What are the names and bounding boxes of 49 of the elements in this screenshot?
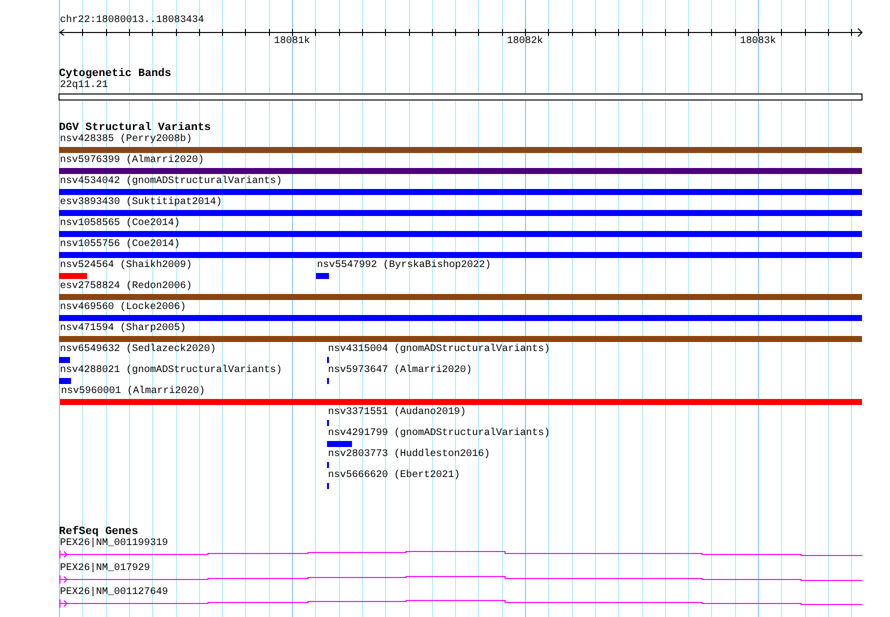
track-title: Cytogenetic Bands [59,68,172,80]
variant-label: nsv6549632 (Sedlazeck2020) [60,344,216,356]
variant-label: nsv471594 (Sharp2005) [60,323,186,335]
gene-model[interactable] [60,575,862,584]
variant-label: nsv5547992 (ByrskaBishop2022) [317,260,492,272]
variant-label: nsv469560 (Locke2006) [60,302,186,314]
variant-bar[interactable] [59,315,862,321]
variant-label: nsv5973647 (Almarri2020) [328,365,472,377]
variant-bar[interactable] [60,399,862,405]
variant-bar[interactable] [59,210,862,216]
ruler-tick-label: 18083k [740,36,776,48]
gene-model[interactable] [60,599,862,608]
variant-bar[interactable] [59,252,862,258]
variant-label: nsv524564 (Shaikh2009) [60,260,192,272]
variant-label: nsv4288021 (gnomADStructuralVariants) [60,365,282,377]
variant-label: nsv1055756 (Coe2014) [60,239,180,251]
variant-bar[interactable] [59,378,71,384]
variant-bar[interactable] [59,168,862,174]
variant-bar[interactable] [327,441,352,447]
variant-bar[interactable] [59,273,87,279]
gene-label: PEX26|NM_001127649 [60,587,168,599]
variant-label: nsv3371551 (Audano2019) [328,407,466,419]
variant-label: nsv2803773 (Huddleston2016) [328,449,490,461]
variant-bar[interactable] [59,294,862,300]
variant-label: esv3893430 (Suktitipat2014) [60,197,222,209]
track-title: DGV Structural Variants [59,122,211,134]
gene-label: PEX26|NM_001199319 [60,538,168,550]
ruler-tick-label: 18082k [507,36,544,48]
ruler-tick-label: 18081k [274,36,310,48]
variant-label: nsv4534042 (gnomADStructuralVariants) [60,176,282,188]
variant-label: nsv4291799 (gnomADStructuralVariants) [328,428,550,440]
variant-label: nsv5666620 (Ebert2021) [328,470,460,482]
variant-label: nsv1058565 (Coe2014) [60,218,180,230]
variant-label: nsv5960001 (Almarri2020) [61,386,206,398]
location-label: chr22:18080013..18083434 [60,15,204,27]
variant-bar[interactable] [59,357,70,363]
variant-label: nsv428385 (Perry2008b) [60,134,192,146]
gene-model[interactable] [60,550,862,559]
variant-label: nsv4315004 (gnomADStructuralVariants) [328,344,550,356]
gene-label: PEX26|NM_017929 [60,562,150,574]
variant-bar[interactable] [316,273,329,279]
variant-label: esv2758824 (Redon2006) [60,281,192,293]
variant-bar[interactable] [59,336,862,342]
variant-bar[interactable] [59,231,862,237]
variant-bar[interactable] [59,189,862,195]
variant-label: nsv5976399 (Almarri2020) [60,155,204,167]
track-title: RefSeq Genes [59,526,138,538]
variant-bar[interactable] [59,147,862,153]
band-label: 22q11.21 [60,80,108,92]
